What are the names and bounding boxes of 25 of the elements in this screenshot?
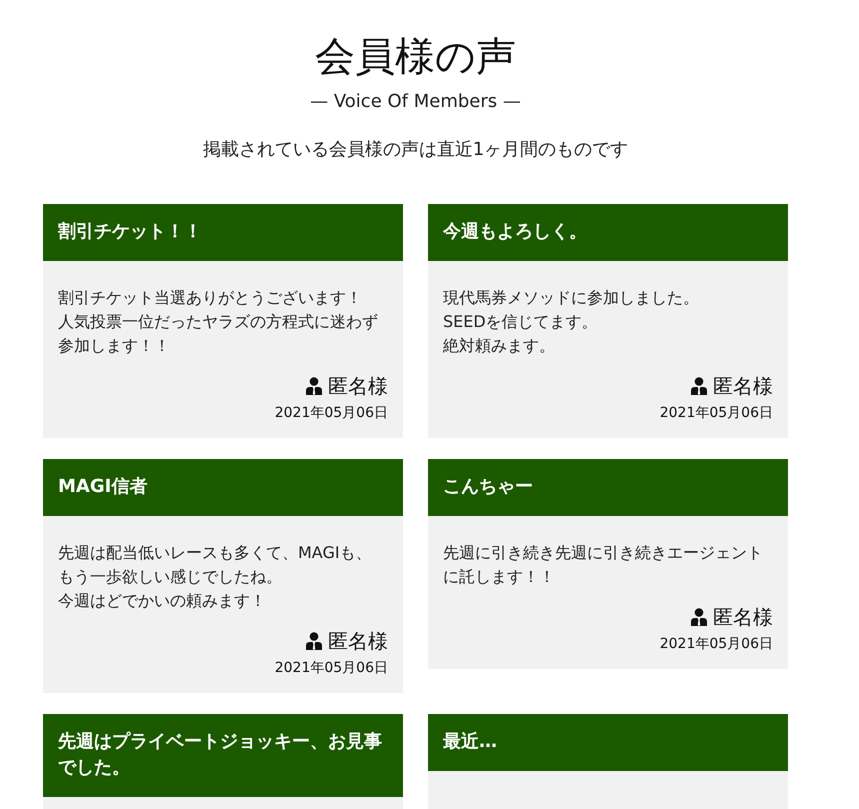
author-name: 匿名様 — [713, 604, 773, 631]
person-icon — [306, 377, 322, 395]
review-title: こんちゃー — [428, 459, 788, 516]
review-title: 先週はプライベートジョッキー、お見事でした。 — [43, 714, 403, 797]
author-name: 匿名様 — [328, 628, 388, 655]
person-icon — [691, 608, 707, 626]
review-title: 割引チケット！！ — [43, 204, 403, 261]
person-icon — [691, 377, 707, 395]
page-subtitle: — Voice Of Members — — [309, 90, 522, 114]
review-comment: 先週に引き続き先週に引き続きエージェント に託します！！ — [443, 542, 764, 588]
page-title: 会員様の声 — [314, 33, 517, 81]
person-icon — [306, 632, 322, 650]
author-name: 匿名様 — [713, 373, 773, 400]
review-comment: 割引チケット当選ありがとうございます！ 人気投票一位だったヤラズの方程式に迷わず 参加します！！ — [58, 287, 379, 357]
review-comment: 現代馬券メソッドに参加しました。 SEEDを信じてます。 絶対頼みます。 — [443, 287, 700, 357]
page-note: 掲載されている会員様の声は直近1ヶ月間のものです — [202, 138, 630, 162]
review-date: 2021年05月06日 — [658, 635, 773, 654]
review-date: 2021年05月06日 — [658, 404, 773, 423]
review-title: MAGI信者 — [43, 459, 403, 516]
review-title: 今週もよろしく。 — [428, 204, 788, 261]
author-name: 匿名様 — [328, 373, 388, 400]
review-date: 2021年05月06日 — [274, 659, 388, 678]
review-comment: 先週は配当低いレースも多くて、MAGIも、 もう一歩欲しい感じでしたね。 今週はどでかいの頼みます！ — [58, 542, 373, 612]
review-date: 2021年05月06日 — [274, 404, 388, 423]
review-title: 最近… — [428, 714, 788, 771]
